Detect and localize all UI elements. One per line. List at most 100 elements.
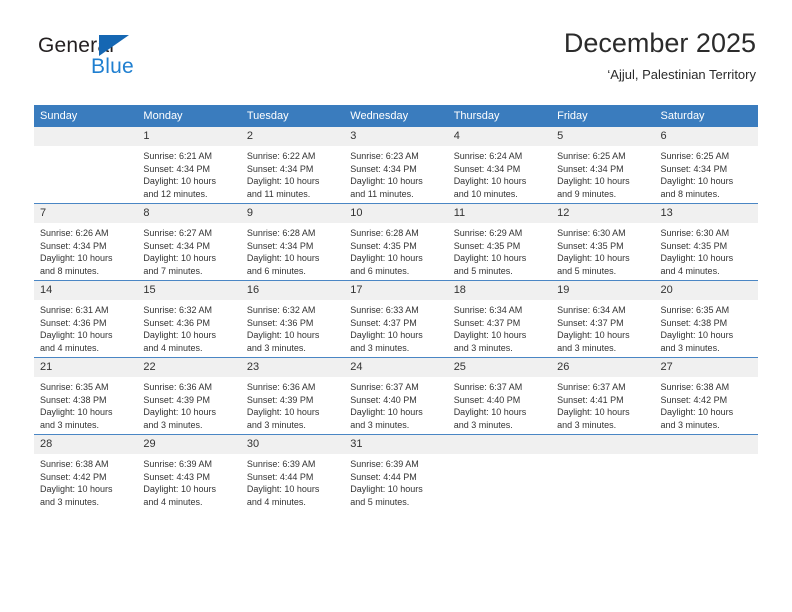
day-number: 18 (447, 281, 552, 300)
day-info-line: Sunrise: 6:30 AM (557, 228, 626, 238)
calendar-day-cell[interactable]: 16 Sunrise: 6:32 AM Sunset: 4:36 PM Dayligh… (240, 280, 345, 358)
calendar-day-cell[interactable]: 25 Sunrise: 6:37 AM Sunset: 4:40 PM Dayligh… (447, 357, 552, 435)
day-info-line: and 7 minutes. (143, 265, 203, 276)
calendar-day-cell[interactable]: 5 Sunrise: 6:25 AM Sunset: 4:34 PM Daylight… (551, 127, 655, 204)
day-info-line: and 10 minutes. (453, 188, 518, 199)
day-number: 30 (240, 435, 345, 454)
day-info-line: Sunset: 4:34 PM (453, 163, 521, 174)
calendar-day-cell[interactable]: 15 Sunrise: 6:32 AM Sunset: 4:36 PM Dayligh… (137, 280, 241, 358)
day-info-line: Sunset: 4:37 PM (350, 317, 417, 328)
calendar-empty-cell (551, 434, 655, 511)
day-number: 31 (344, 435, 448, 454)
day-info-line: and 9 minutes. (557, 188, 617, 199)
day-info-line: and 4 minutes. (143, 496, 203, 507)
day-sun-info: Sunrise: 6:33 AM Sunset: 4:37 PM Daylight:… (344, 300, 447, 354)
day-number: 27 (654, 358, 758, 377)
day-number: 29 (137, 435, 241, 454)
day-info-line: and 11 minutes. (246, 188, 311, 199)
day-info-line: and 3 minutes. (40, 496, 100, 507)
day-number (654, 435, 758, 454)
day-info-line: Sunset: 4:44 PM (246, 471, 314, 482)
day-info-line: Sunrise: 6:36 AM (143, 382, 212, 392)
day-info-line: Sunset: 4:44 PM (350, 471, 417, 482)
day-number: 9 (240, 204, 345, 223)
calendar-day-cell[interactable]: 1 Sunrise: 6:21 AM Sunset: 4:34 PM Daylight… (137, 127, 241, 204)
day-info-line: Daylight: 10 hours (350, 484, 423, 495)
day-info-line: Sunrise: 6:32 AM (143, 305, 212, 315)
day-info-line: Sunrise: 6:38 AM (40, 459, 109, 469)
day-info-line: and 6 minutes. (246, 265, 306, 276)
calendar-day-cell[interactable]: 29 Sunrise: 6:39 AM Sunset: 4:43 PM Dayligh… (137, 434, 241, 511)
day-info-line: Sunrise: 6:33 AM (350, 305, 419, 315)
day-number: 15 (137, 281, 241, 300)
day-info-line: Daylight: 10 hours (40, 330, 113, 341)
day-info-line: Daylight: 10 hours (557, 176, 630, 187)
calendar-day-cell[interactable]: 7 Sunrise: 6:26 AM Sunset: 4:34 PM Daylight… (34, 203, 138, 281)
day-info-line: and 6 minutes. (350, 265, 410, 276)
day-sun-info: Sunrise: 6:35 AM Sunset: 4:38 PM Daylight:… (34, 377, 137, 431)
logo-text-blue: Blue (91, 55, 134, 78)
day-info-line: Sunrise: 6:36 AM (246, 382, 316, 392)
calendar-day-cell[interactable]: 30 Sunrise: 6:39 AM Sunset: 4:44 PM Dayligh… (240, 434, 345, 511)
day-info-line: and 4 minutes. (40, 342, 100, 353)
calendar-day-cell[interactable]: 3 Sunrise: 6:23 AM Sunset: 4:34 PM Daylight… (344, 127, 448, 204)
day-sun-info: Sunrise: 6:28 AM Sunset: 4:34 PM Daylight:… (241, 223, 344, 277)
calendar-day-cell[interactable]: 10 Sunrise: 6:28 AM Sunset: 4:35 PM Dayligh… (344, 203, 448, 281)
calendar-day-cell[interactable]: 9 Sunrise: 6:28 AM Sunset: 4:34 PM Daylight… (240, 203, 345, 281)
calendar-day-cell[interactable]: 8 Sunrise: 6:27 AM Sunset: 4:34 PM Daylight… (137, 203, 241, 281)
day-info-line: Daylight: 10 hours (557, 330, 630, 341)
day-info-line: Daylight: 10 hours (40, 253, 113, 264)
calendar-day-cell[interactable]: 31 Sunrise: 6:39 AM Sunset: 4:44 PM Dayligh… (344, 434, 448, 511)
calendar-day-cell[interactable]: 24 Sunrise: 6:37 AM Sunset: 4:40 PM Dayligh… (344, 357, 448, 435)
calendar-day-cell[interactable]: 18 Sunrise: 6:34 AM Sunset: 4:37 PM Dayligh… (447, 280, 552, 358)
day-info-line: and 3 minutes. (660, 419, 720, 430)
day-info-line: Sunrise: 6:39 AM (143, 459, 212, 469)
day-info-line: and 11 minutes. (350, 188, 414, 199)
calendar-day-cell[interactable]: 14 Sunrise: 6:31 AM Sunset: 4:36 PM Dayligh… (34, 280, 138, 358)
page-title: December 2025 (563, 28, 756, 58)
day-info-line: Sunset: 4:36 PM (246, 317, 314, 328)
day-info-line: Sunset: 4:36 PM (40, 317, 107, 328)
calendar-day-cell[interactable]: 19 Sunrise: 6:34 AM Sunset: 4:37 PM Dayligh… (551, 280, 655, 358)
calendar-day-cell[interactable]: 20 Sunrise: 6:35 AM Sunset: 4:38 PM Dayligh… (654, 280, 758, 358)
day-info-line: and 3 minutes. (453, 419, 513, 430)
day-info-line: Daylight: 10 hours (143, 484, 216, 495)
calendar-week-row: 14 Sunrise: 6:31 AM Sunset: 4:36 PM Dayligh… (34, 280, 758, 358)
day-number (551, 435, 655, 454)
day-info-line: and 3 minutes. (40, 419, 100, 430)
day-number: 16 (240, 281, 345, 300)
calendar-day-cell[interactable]: 4 Sunrise: 6:24 AM Sunset: 4:34 PM Daylight… (447, 127, 552, 204)
day-info-line: and 12 minutes. (143, 188, 208, 199)
calendar-day-cell[interactable]: 2 Sunrise: 6:22 AM Sunset: 4:34 PM Daylight… (240, 127, 345, 204)
calendar-day-cell[interactable]: 6 Sunrise: 6:25 AM Sunset: 4:34 PM Daylight… (654, 127, 758, 204)
calendar-day-cell[interactable]: 17 Sunrise: 6:33 AM Sunset: 4:37 PM Dayligh… (344, 280, 448, 358)
day-sun-info: Sunrise: 6:23 AM Sunset: 4:34 PM Daylight:… (344, 146, 447, 200)
title-block: December 2025 ‘Ajjul, Palestinian Territ… (564, 26, 756, 85)
calendar-day-cell[interactable]: 12 Sunrise: 6:30 AM Sunset: 4:35 PM Dayligh… (551, 203, 655, 281)
day-info-line: Sunset: 4:35 PM (660, 240, 728, 251)
calendar-day-cell[interactable]: 22 Sunrise: 6:36 AM Sunset: 4:39 PM Dayligh… (137, 357, 241, 435)
calendar-day-cell[interactable]: 11 Sunrise: 6:29 AM Sunset: 4:35 PM Dayligh… (447, 203, 552, 281)
calendar-empty-cell (34, 127, 138, 204)
calendar-day-cell[interactable]: 27 Sunrise: 6:38 AM Sunset: 4:42 PM Dayligh… (654, 357, 758, 435)
calendar-day-cell[interactable]: 26 Sunrise: 6:37 AM Sunset: 4:41 PM Dayligh… (551, 357, 655, 435)
day-info-line: Sunrise: 6:24 AM (453, 151, 523, 161)
day-info-line: and 3 minutes. (557, 419, 617, 430)
calendar-day-cell[interactable]: 13 Sunrise: 6:30 AM Sunset: 4:35 PM Dayligh… (654, 203, 758, 281)
day-info-line: Sunset: 4:34 PM (350, 163, 417, 174)
calendar-day-cell[interactable]: 21 Sunrise: 6:35 AM Sunset: 4:38 PM Dayligh… (34, 357, 138, 435)
calendar-empty-cell (447, 434, 552, 511)
day-info-line: Sunset: 4:36 PM (143, 317, 210, 328)
calendar-day-cell[interactable]: 28 Sunrise: 6:38 AM Sunset: 4:42 PM Dayligh… (34, 434, 138, 511)
weekday-header-tuesday: Tuesday (240, 105, 345, 127)
day-info-line: Sunrise: 6:30 AM (660, 228, 730, 238)
day-sun-info: Sunrise: 6:32 AM Sunset: 4:36 PM Daylight:… (241, 300, 344, 354)
day-info-line: and 3 minutes. (246, 342, 306, 353)
day-info-line: and 8 minutes. (660, 188, 720, 199)
day-info-line: Sunrise: 6:29 AM (453, 228, 523, 238)
day-info-line: Sunrise: 6:38 AM (660, 382, 730, 392)
calendar-week-row: 7 Sunrise: 6:26 AM Sunset: 4:34 PM Daylight… (34, 203, 758, 281)
page-subtitle: ‘Ajjul, Palestinian Territory (607, 67, 756, 82)
day-info-line: Daylight: 10 hours (453, 407, 527, 418)
calendar-day-cell[interactable]: 23 Sunrise: 6:36 AM Sunset: 4:39 PM Dayligh… (240, 357, 345, 435)
